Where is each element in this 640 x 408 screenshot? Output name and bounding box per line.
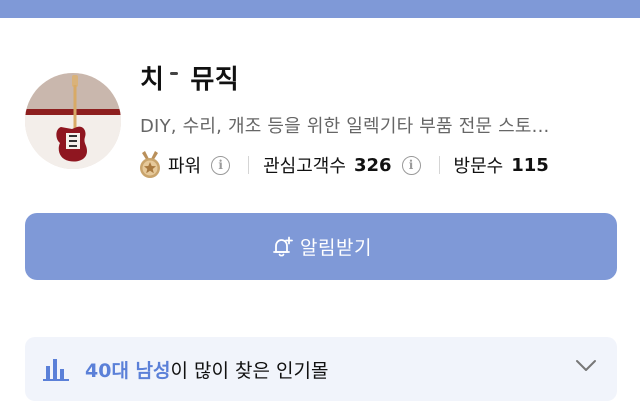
- bell-plus-icon: [273, 236, 293, 256]
- stats-divider: [438, 156, 440, 174]
- followers-info-icon[interactable]: i: [401, 155, 421, 175]
- visits-label: 방문수: [453, 156, 504, 177]
- store-avatar[interactable]: [25, 73, 121, 169]
- top-header-bar: [0, 0, 640, 18]
- followers-label: 관심고객수: [263, 156, 346, 177]
- medal-icon: [140, 151, 160, 178]
- store-name: 치 뮤직: [140, 58, 239, 96]
- name-separator-dot: [170, 71, 179, 75]
- chevron-down-icon[interactable]: [575, 359, 597, 373]
- bar-chart-icon: [43, 359, 69, 381]
- subscribe-label: 알림받기: [300, 237, 372, 259]
- popular-demographic-bar[interactable]: 40대 남성 이 많이 찾은 인기몰: [25, 337, 617, 401]
- grade-info-icon[interactable]: i: [211, 155, 231, 175]
- subscribe-alert-button[interactable]: 알림받기: [25, 213, 617, 280]
- store-name-part1: 치: [140, 64, 165, 95]
- popular-highlight: 40대 남성: [85, 359, 171, 382]
- store-name-part2: 뮤직: [190, 64, 240, 95]
- stats-divider: [248, 156, 250, 174]
- store-description: DIY, 수리, 개조 등을 위한 일렉기타 부품 전문 스토...: [140, 116, 550, 137]
- popular-suffix: 이 많이 찾은 인기몰: [170, 359, 329, 382]
- grade-label: 파워: [168, 156, 202, 177]
- store-stats: 파워 i 관심고객수 326 i 방문수 115: [138, 150, 549, 180]
- electric-guitar-avatar: [25, 73, 121, 169]
- visits-count: 115: [511, 154, 549, 176]
- followers-count: 326: [353, 154, 392, 176]
